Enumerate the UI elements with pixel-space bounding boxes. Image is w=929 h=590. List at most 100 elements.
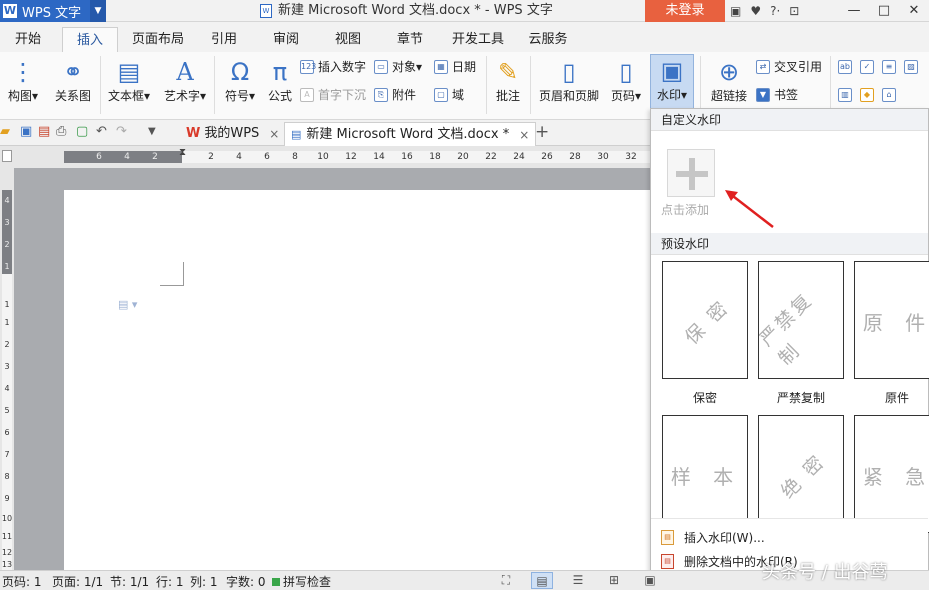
watermark-button[interactable]: ▣ 水印▾ [650,54,694,110]
tab-cloud[interactable]: 云服务 [520,27,576,52]
wps-logo-icon: W [3,4,17,18]
indent-marker[interactable]: ⧗ [179,147,186,158]
preset-watermark-top-secret[interactable]: 绝 密 [758,415,844,533]
globe-link-icon: ⊕ [718,58,740,86]
insert-number-button[interactable]: 123 插入数字 [300,58,366,76]
field-button[interactable]: ▢ 域 [434,86,464,104]
export-pdf-icon[interactable]: ▤ [38,124,50,142]
tab-my-wps[interactable]: W 我的WPS × [186,122,285,146]
app-name: WPS 文字 [22,5,82,21]
date-button[interactable]: ▦ 日期 [434,58,476,76]
object-icon: ▭ [374,60,388,74]
minimize-button[interactable]: — [839,0,869,22]
comment-button[interactable]: ✎ 批注 [490,56,526,104]
page-view-icon[interactable]: ▤ [531,572,553,589]
new-tab-button[interactable]: + [535,122,549,142]
preset-label: 保密 [692,391,717,405]
tab-stop-selector[interactable] [2,150,12,162]
status-page-number[interactable]: 页码: 1 [2,573,42,590]
image-control-icon[interactable]: ▨ [904,60,918,74]
cross-reference-button[interactable]: ⇄ 交叉引用 [756,58,822,76]
print-icon[interactable]: ⎙ [56,124,66,142]
document-page[interactable]: ▤ ▾ [64,190,650,570]
checkbox-control-icon[interactable]: ✓ [860,60,874,74]
skin-icon[interactable]: ▣ [730,4,741,18]
insert-watermark-icon: ▤ [661,529,674,545]
textbox-icon: ▤ [117,58,141,86]
spell-check-toggle[interactable]: 拼写检查 [272,573,331,590]
tab-developer[interactable]: 开发工具 [446,27,510,52]
undo-icon[interactable]: ↶ [96,124,107,142]
tab-review[interactable]: 审阅 [262,27,310,52]
quick-access-dropdown-icon[interactable]: ▼ [148,126,156,144]
wordart-button[interactable]: A 艺术字▾ [160,56,210,104]
preset-watermark-original[interactable]: 原 件 [854,261,929,379]
attachment-button[interactable]: ⎘ 附件 [374,86,416,104]
tab-current-document[interactable]: ▤ 新建 Microsoft Word 文档.docx * × [284,122,537,147]
tab-insert[interactable]: 插入 [62,27,118,52]
watermark-dropdown: 自定义水印 点击添加 预设水印 保 密 保密 严禁复制 严禁复制 原 件 原件 … [650,108,929,574]
object-button[interactable]: ▭ 对象 ▾ [374,58,422,76]
save-icon[interactable]: ▣ [20,124,32,142]
divider [700,56,701,114]
add-custom-watermark-label: 点击添加 [661,203,710,217]
formula-button[interactable]: π 公式 [264,56,296,104]
reading-view-icon[interactable]: ▣ [639,572,661,589]
status-word-count[interactable]: 字数: 0 [226,573,266,590]
document-icon: W [260,4,272,18]
label-control-icon[interactable]: ab [838,60,852,74]
close-tab-icon[interactable]: × [269,122,279,146]
relation-graph-button[interactable]: ⚭ 关系图 [50,56,96,104]
lock-icon[interactable]: ⌂ [882,88,896,102]
header-footer-button[interactable]: ▯ 页眉和页脚 [536,56,602,104]
document-tab-bar: ▰ ▣ ▤ ⎙ ▢ ↶ ↷ ▼ W 我的WPS × ▤ 新建 Microsoft… [0,120,650,146]
open-folder-icon[interactable]: ▰ [0,124,10,142]
preset-watermark-urgent[interactable]: 紧 急 [854,415,929,533]
preset-watermark-secret[interactable]: 保 密 [662,261,748,379]
vertical-ruler[interactable]: 4 3 2 1 1 1 2 3 4 5 6 7 8 9 10 11 12 13 [0,168,14,570]
barcode-control-icon[interactable]: ▥ [838,88,852,102]
web-view-icon[interactable]: ⊞ [603,572,625,589]
eraser-icon[interactable]: ◆ [860,88,874,102]
page-number-button[interactable]: ▯ 页码▾ [606,56,646,104]
login-button[interactable]: 未登录 [645,0,725,22]
preset-watermark-sample[interactable]: 样 本 [662,415,748,533]
redo-icon[interactable]: ↷ [116,124,127,142]
close-button[interactable]: ✕ [899,0,929,22]
tab-view[interactable]: 视图 [324,27,372,52]
shirt-icon[interactable]: ♥ [750,4,761,18]
list-control-icon[interactable]: ≡ [882,60,896,74]
print-preview-icon[interactable]: ▢ [76,124,88,142]
bookmark-button[interactable]: ▼ 书签 [756,86,798,104]
symbol-button[interactable]: Ω 符号▾ [218,56,262,104]
tab-chapter[interactable]: 章节 [386,27,434,52]
fullscreen-view-icon[interactable]: ⛶ [495,572,517,589]
tab-page-layout[interactable]: 页面布局 [126,27,190,52]
restore-ribbon-icon[interactable]: ⊡ [789,4,799,18]
window-title-text: 新建 Microsoft Word 文档.docx * - WPS 文字 [278,3,553,18]
close-tab-icon[interactable]: × [519,123,529,147]
number-icon: 123 [300,60,316,74]
diagram-button[interactable]: ⋮ 构图▾ [0,56,46,104]
divider [100,56,101,114]
chevron-down-icon[interactable]: ▼ [90,0,106,22]
app-menu-button[interactable]: W WPS 文字 ▼ [0,0,106,22]
word-doc-icon: ▤ [291,127,302,141]
maximize-button[interactable]: □ [869,0,899,22]
textbox-button[interactable]: ▤ 文本框▾ [104,56,154,104]
status-section: 节: 1/1 [110,575,150,589]
insert-watermark-menu-item[interactable]: ▤ 插入水印(W)... [661,527,765,547]
add-custom-watermark-button[interactable] [667,149,715,197]
custom-watermark-header: 自定义水印 [651,109,928,131]
tab-home[interactable]: 开始 [4,27,52,52]
preset-watermark-no-copy[interactable]: 严禁复制 [758,261,844,379]
paragraph-layout-icon[interactable]: ▤ ▾ [118,298,137,311]
horizontal-ruler[interactable]: 6 4 2 ⧗ 2 4 6 8 10 12 14 16 18 20 22 24 … [0,146,650,168]
omega-icon: Ω [230,58,250,86]
tab-references[interactable]: 引用 [200,27,248,52]
help-icon[interactable]: ?· [770,4,780,18]
document-workspace[interactable]: ▤ ▾ [14,168,650,570]
drop-cap-button[interactable]: A 首字下沉 [300,86,366,104]
hyperlink-button[interactable]: ⊕ 超链接 [706,56,752,104]
outline-view-icon[interactable]: ☰ [567,572,589,589]
